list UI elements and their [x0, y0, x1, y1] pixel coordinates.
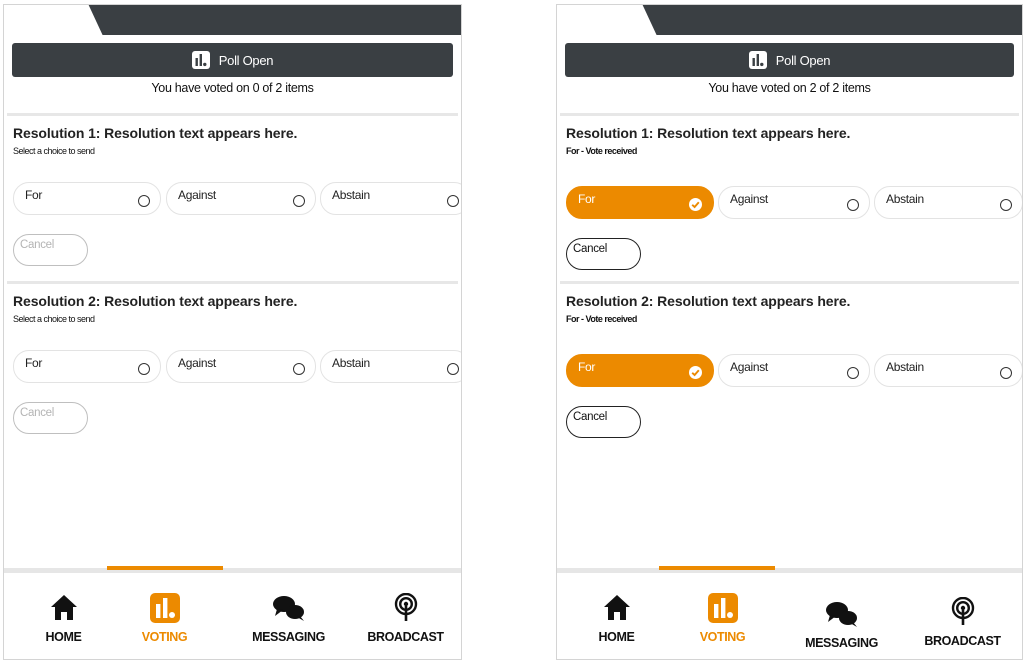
poll-status-label: Poll Open: [775, 52, 831, 68]
nav-voting[interactable]: VOTING: [665, 573, 780, 659]
radio-unchecked-icon: [293, 363, 305, 375]
vote-received-status: For - Vote received: [566, 314, 637, 324]
top-tab-strip: [4, 5, 461, 35]
phone-screen-not-voted: Poll Open You have voted on 0 of 2 items…: [3, 4, 462, 660]
poll-chart-icon: [748, 51, 767, 69]
choice-for[interactable]: For: [13, 350, 161, 383]
choice-label: For: [578, 192, 596, 206]
home-icon: [6, 593, 121, 627]
choice-label: Abstain: [332, 356, 370, 370]
nav-home[interactable]: HOME: [6, 573, 121, 659]
radio-unchecked-icon: [447, 195, 459, 207]
resolution-title: Resolution 2: Resolution text appears he…: [13, 293, 298, 309]
nav-broadcast[interactable]: BROADCAST: [348, 573, 461, 659]
broadcast-icon: [348, 593, 461, 627]
cancel-button[interactable]: Cancel: [13, 402, 88, 434]
choice-label: Abstain: [332, 188, 370, 202]
radio-unchecked-icon: [293, 195, 305, 207]
choice-abstain[interactable]: Abstain: [874, 186, 1022, 219]
choice-against[interactable]: Against: [166, 350, 316, 383]
resolution-card: Resolution 2: Resolution text appears he…: [7, 281, 461, 446]
resolution-instruction: Select a choice to send: [13, 146, 95, 156]
cancel-button[interactable]: Cancel: [566, 238, 641, 270]
radio-unchecked-icon: [138, 363, 150, 375]
top-tab-strip: [557, 5, 1022, 35]
active-tab-indicator: [659, 566, 775, 570]
choice-label: Abstain: [886, 360, 924, 374]
chat-icon: [231, 593, 346, 627]
choice-for[interactable]: For: [566, 186, 714, 219]
nav-label: MESSAGING: [252, 630, 325, 644]
choice-abstain[interactable]: Abstain: [320, 350, 461, 383]
check-icon: [689, 198, 702, 211]
radio-unchecked-icon: [447, 363, 459, 375]
nav-messaging[interactable]: MESSAGING: [231, 573, 346, 659]
vote-progress-text: You have voted on 2 of 2 items: [708, 81, 871, 95]
choice-label: Against: [730, 360, 768, 374]
nav-label: MESSAGING: [805, 636, 878, 650]
bar-chart-icon: [665, 593, 780, 627]
bottom-navigation: HOME VOTING MESSAGING BROADCAST: [4, 573, 461, 659]
nav-voting[interactable]: VOTING: [107, 573, 222, 659]
check-icon: [689, 366, 702, 379]
nav-label: VOTING: [141, 630, 188, 644]
choice-against[interactable]: Against: [166, 182, 316, 215]
radio-unchecked-icon: [847, 367, 859, 379]
poll-status-label: Poll Open: [218, 52, 274, 68]
active-tab-indicator: [107, 566, 223, 570]
choice-label: For: [578, 360, 596, 374]
choice-label: Abstain: [886, 192, 924, 206]
chat-icon: [784, 599, 899, 633]
radio-unchecked-icon: [1000, 367, 1012, 379]
bar-chart-icon: [107, 593, 222, 627]
nav-label: BROADCAST: [924, 634, 1001, 648]
nav-messaging[interactable]: MESSAGING: [784, 579, 899, 659]
resolution-card: Resolution 1: Resolution text appears he…: [560, 113, 1022, 278]
resolution-card: Resolution 1: Resolution text appears he…: [7, 113, 461, 278]
choice-label: Against: [178, 356, 216, 370]
resolution-card: Resolution 2: Resolution text appears he…: [560, 281, 1022, 446]
choice-abstain[interactable]: Abstain: [320, 182, 461, 215]
vote-received-status: For - Vote received: [566, 146, 637, 156]
choice-for[interactable]: For: [566, 354, 714, 387]
choice-label: Against: [730, 192, 768, 206]
nav-home[interactable]: HOME: [559, 573, 674, 659]
nav-label: BROADCAST: [367, 630, 444, 644]
phone-screen-voted: Poll Open You have voted on 2 of 2 items…: [556, 4, 1023, 660]
vote-progress-text: You have voted on 0 of 2 items: [151, 81, 314, 95]
bottom-navigation: HOME VOTING MESSAGING BROADCAST: [557, 573, 1022, 659]
nav-label: HOME: [598, 630, 635, 644]
choice-for[interactable]: For: [13, 182, 161, 215]
cancel-button[interactable]: Cancel: [566, 406, 641, 438]
broadcast-icon: [905, 597, 1020, 631]
cancel-button[interactable]: Cancel: [13, 234, 88, 266]
nav-broadcast[interactable]: BROADCAST: [905, 577, 1020, 659]
radio-unchecked-icon: [1000, 199, 1012, 211]
choice-label: For: [25, 356, 43, 370]
choice-label: For: [25, 188, 43, 202]
radio-unchecked-icon: [138, 195, 150, 207]
nav-label: VOTING: [699, 630, 746, 644]
resolution-title: Resolution 1: Resolution text appears he…: [566, 125, 851, 141]
choice-against[interactable]: Against: [718, 186, 870, 219]
poll-status-bar: Poll Open: [12, 43, 453, 77]
resolution-title: Resolution 2: Resolution text appears he…: [566, 293, 851, 309]
poll-status-bar: Poll Open: [565, 43, 1014, 77]
resolution-instruction: Select a choice to send: [13, 314, 95, 324]
nav-label: HOME: [45, 630, 82, 644]
choice-against[interactable]: Against: [718, 354, 870, 387]
choice-label: Against: [178, 188, 216, 202]
choice-abstain[interactable]: Abstain: [874, 354, 1022, 387]
radio-unchecked-icon: [847, 199, 859, 211]
home-icon: [559, 593, 674, 627]
poll-chart-icon: [191, 51, 210, 69]
resolution-title: Resolution 1: Resolution text appears he…: [13, 125, 298, 141]
